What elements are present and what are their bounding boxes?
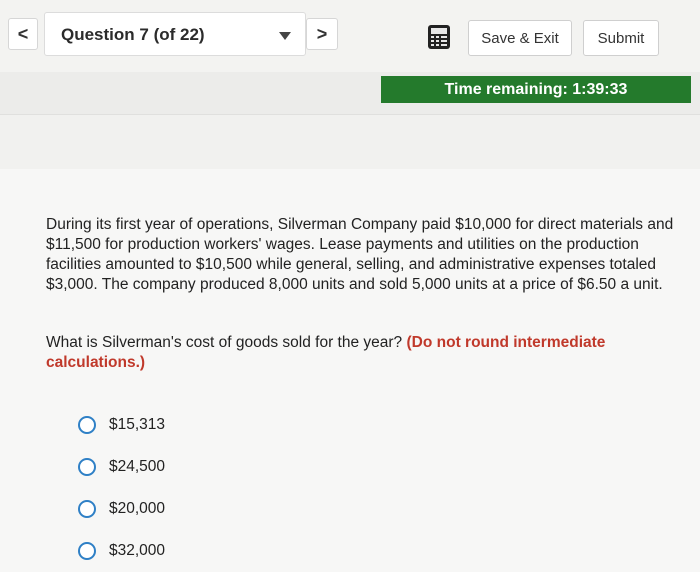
caret-down-icon <box>279 32 291 40</box>
question-selector-label: Question 7 (of 22) <box>61 25 205 44</box>
answer-option[interactable]: $24,500 <box>78 446 165 488</box>
submit-button[interactable]: Submit <box>583 20 659 56</box>
divider-band <box>0 114 700 170</box>
top-toolbar: < Question 7 (of 22) > Save & Exit Submi… <box>0 0 700 72</box>
calculator-icon[interactable] <box>426 24 452 50</box>
answer-option-label: $15,313 <box>109 416 166 433</box>
answer-option-label: $24,500 <box>109 458 166 475</box>
question-prompt-text: What is Silverman's cost of goods sold f… <box>46 334 403 351</box>
radio-button-icon[interactable] <box>78 500 96 518</box>
time-remaining-banner: Time remaining: 1:39:33 <box>381 76 691 103</box>
next-question-button[interactable]: > <box>306 18 338 50</box>
answer-options: $15,313 $24,500 $20,000 $32,000 <box>78 404 165 572</box>
question-selector-dropdown[interactable]: Question 7 (of 22) <box>44 12 306 56</box>
save-exit-button[interactable]: Save & Exit <box>468 20 572 56</box>
chevron-left-icon: < <box>17 23 29 44</box>
previous-question-button[interactable]: < <box>8 18 38 50</box>
chevron-right-icon: > <box>316 23 328 44</box>
radio-button-icon[interactable] <box>78 542 96 560</box>
answer-option[interactable]: $15,313 <box>78 404 165 446</box>
question-paragraph: During its first year of operations, Sil… <box>46 216 674 293</box>
question-prompt: What is Silverman's cost of goods sold f… <box>46 333 682 373</box>
answer-option[interactable]: $32,000 <box>78 530 165 572</box>
radio-button-icon[interactable] <box>78 416 96 434</box>
answer-option-label: $32,000 <box>109 542 166 559</box>
radio-button-icon[interactable] <box>78 458 96 476</box>
answer-option[interactable]: $20,000 <box>78 488 165 530</box>
answer-option-label: $20,000 <box>109 500 166 517</box>
